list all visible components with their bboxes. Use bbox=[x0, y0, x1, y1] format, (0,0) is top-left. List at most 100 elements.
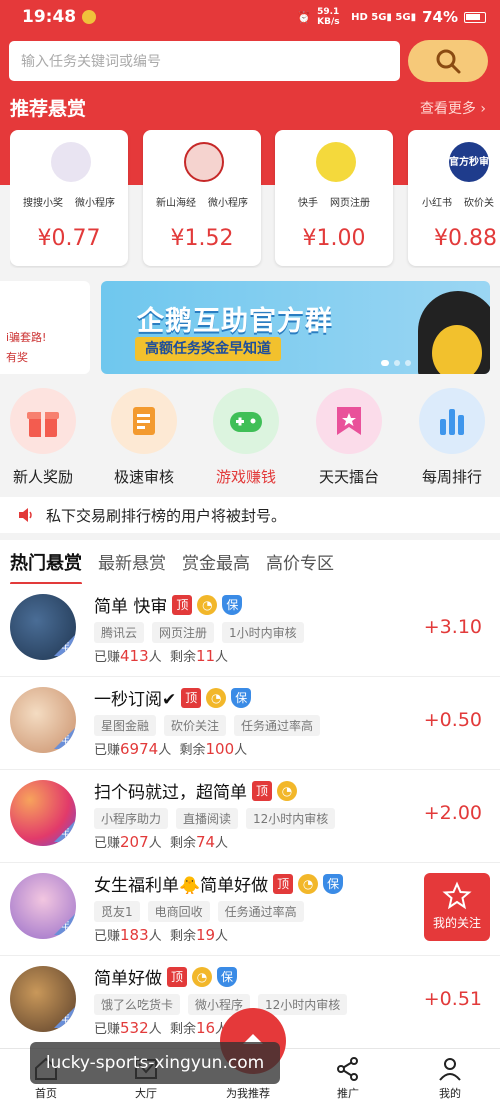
nav-mine[interactable]: 我的 bbox=[410, 1049, 490, 1101]
avatar: 年 bbox=[10, 594, 76, 660]
battery-icon bbox=[464, 11, 486, 23]
task-stats: 已赚183人 剩余19人 bbox=[94, 926, 229, 944]
my-follow-button[interactable]: 我的关注 bbox=[424, 873, 490, 941]
recommend-card[interactable]: 快手 网页注册 ¥1.00 bbox=[275, 130, 393, 266]
year-badge: 年 bbox=[54, 1006, 76, 1028]
task-tag: 砍价关注 bbox=[164, 715, 227, 736]
search-button[interactable] bbox=[408, 40, 488, 82]
top-badge: 顶 bbox=[167, 966, 187, 987]
avatar: 年 bbox=[10, 873, 76, 939]
banner-previous[interactable]: i骗套路! 有奖 bbox=[0, 281, 90, 374]
card-logo bbox=[184, 142, 224, 182]
recommend-title: 推荐悬赏 bbox=[10, 98, 87, 120]
task-title: 女生福利单🐥简单好做 bbox=[94, 876, 269, 896]
top-badge: 顶 bbox=[172, 594, 193, 615]
earned-count: 413 bbox=[120, 647, 149, 665]
card-tag: 小红书 bbox=[422, 198, 452, 209]
tab-high-price[interactable]: 高价专区 bbox=[266, 540, 334, 574]
nav-label: 我的 bbox=[439, 1087, 461, 1100]
avatar: 年 bbox=[10, 780, 76, 846]
fast-icon: ◔ bbox=[206, 687, 227, 708]
task-tag: 电商回收 bbox=[147, 901, 210, 922]
task-stats: 已赚532人 剩余16人 bbox=[94, 1019, 228, 1037]
guarantee-badge: 保 bbox=[217, 966, 237, 987]
user-icon bbox=[410, 1055, 490, 1083]
card-tag: 新山海经 bbox=[156, 198, 196, 209]
task-tabs: 热门悬赏 最新悬赏 赏金最高 高价专区 bbox=[0, 540, 500, 585]
promo-banner[interactable]: 企鹅互助官方群 高额任务奖金早知道 bbox=[101, 281, 490, 374]
card-tag: 砍价关 bbox=[464, 198, 494, 209]
task-tag: 12小时内审核 bbox=[246, 808, 336, 829]
task-row[interactable]: 年 一秒订阅✔ 顶 ◔ 保 星图金融 砍价关注 任务通过率高 已赚6974人 剩余1… bbox=[0, 677, 500, 770]
guarantee-badge: 保 bbox=[323, 873, 344, 894]
notice-text: 私下交易刷排行榜的用户将被封号。 bbox=[46, 506, 287, 525]
earned-count: 207 bbox=[120, 833, 149, 851]
banner-left-text: i骗套路! bbox=[6, 331, 47, 344]
card-logo bbox=[51, 142, 91, 182]
nav-label: 首页 bbox=[35, 1087, 57, 1100]
status-time: 19:48 bbox=[22, 7, 77, 27]
left-count: 74 bbox=[195, 833, 216, 851]
card-logo: 官方秒审 bbox=[449, 142, 489, 182]
top-badge: 顶 bbox=[273, 873, 294, 894]
task-stats: 已赚413人 剩余11人 bbox=[94, 647, 229, 665]
star-icon bbox=[442, 881, 472, 910]
gamepad-icon bbox=[213, 388, 279, 454]
task-tag: 饿了么吃货卡 bbox=[94, 994, 181, 1015]
fast-icon: ◔ bbox=[298, 873, 319, 894]
left-count: 16 bbox=[195, 1019, 216, 1037]
nav-promote[interactable]: 推广 bbox=[308, 1049, 388, 1101]
task-tag: 腾讯云 bbox=[94, 622, 145, 643]
year-badge: 年 bbox=[54, 634, 76, 656]
task-title: 简单好做 bbox=[94, 969, 162, 989]
network-speed: 59.1 KB/s bbox=[317, 7, 340, 27]
share-icon bbox=[308, 1055, 388, 1083]
fast-icon: ◔ bbox=[277, 780, 297, 801]
top-badge: 顶 bbox=[252, 780, 272, 801]
banner-dots bbox=[381, 360, 411, 366]
year-badge: 年 bbox=[54, 820, 76, 842]
notice-bar: 私下交易刷排行榜的用户将被封号。 bbox=[0, 497, 500, 533]
task-stats: 已赚207人 剩余74人 bbox=[94, 833, 229, 851]
card-tag: 快手 bbox=[298, 198, 318, 209]
task-tag: 任务通过率高 bbox=[234, 715, 321, 736]
quick-label: 游戏赚钱 bbox=[215, 468, 276, 486]
card-price: ¥1.52 bbox=[170, 226, 234, 251]
quick-label: 每周排行 bbox=[421, 468, 482, 486]
bar-chart-icon bbox=[419, 388, 485, 454]
tab-hot[interactable]: 热门悬赏 bbox=[10, 540, 82, 585]
top-badge: 顶 bbox=[181, 687, 202, 708]
signal-icon: HD 5G▮ 5G▮ bbox=[351, 11, 417, 23]
tab-latest[interactable]: 最新悬赏 bbox=[98, 540, 166, 574]
banner-subtitle: 高额任务奖金早知道 bbox=[135, 337, 281, 361]
watermark: lucky-sports-xingyun.com bbox=[30, 1042, 280, 1084]
card-logo bbox=[316, 142, 356, 182]
document-icon bbox=[111, 388, 177, 454]
search-placeholder: 输入任务关键词或编号 bbox=[21, 54, 161, 70]
quick-weekly-rank[interactable]: 每周排行 bbox=[412, 388, 492, 487]
flag-icon bbox=[316, 388, 382, 454]
tab-highest-reward[interactable]: 赏金最高 bbox=[182, 540, 250, 574]
recommend-card[interactable]: 新山海经 微小程序 ¥1.52 bbox=[143, 130, 261, 266]
avatar: 年 bbox=[10, 687, 76, 753]
task-row[interactable]: 年 简单 快审 顶 ◔ 保 腾讯云 网页注册 1小时内审核 已赚413人 剩余11人… bbox=[0, 584, 500, 677]
quick-game-earn[interactable]: 游戏赚钱 bbox=[206, 388, 286, 487]
task-title: 扫个码就过，超简单 bbox=[94, 783, 247, 803]
recommend-card[interactable]: 搜搜小奖 微小程序 ¥0.77 bbox=[10, 130, 128, 266]
task-tag: 星图金融 bbox=[94, 715, 157, 736]
task-price: +2.00 bbox=[423, 802, 482, 824]
quick-daily-arena[interactable]: 天天擂台 bbox=[309, 388, 389, 487]
task-tag: 网页注册 bbox=[152, 622, 215, 643]
alarm-icon: ⏰ bbox=[297, 10, 312, 24]
left-count: 19 bbox=[195, 926, 216, 944]
task-row[interactable]: 年 扫个码就过，超简单 顶 ◔ 小程序助力 直播阅读 12小时内审核 已赚207人 … bbox=[0, 770, 500, 863]
see-more-link[interactable]: 查看更多 › bbox=[420, 98, 486, 118]
year-badge: 年 bbox=[54, 913, 76, 935]
search-input[interactable]: 输入任务关键词或编号 bbox=[9, 41, 400, 81]
quick-new-user-reward[interactable]: 新人奖励 bbox=[3, 388, 83, 487]
notification-icon bbox=[82, 10, 97, 24]
quick-fast-review[interactable]: 极速审核 bbox=[104, 388, 184, 487]
penguin-icon bbox=[418, 291, 490, 374]
recommend-card[interactable]: 官方秒审 小红书 砍价关 ¥0.88 bbox=[408, 130, 500, 266]
task-stats: 已赚6974人 剩余100人 bbox=[94, 740, 248, 758]
